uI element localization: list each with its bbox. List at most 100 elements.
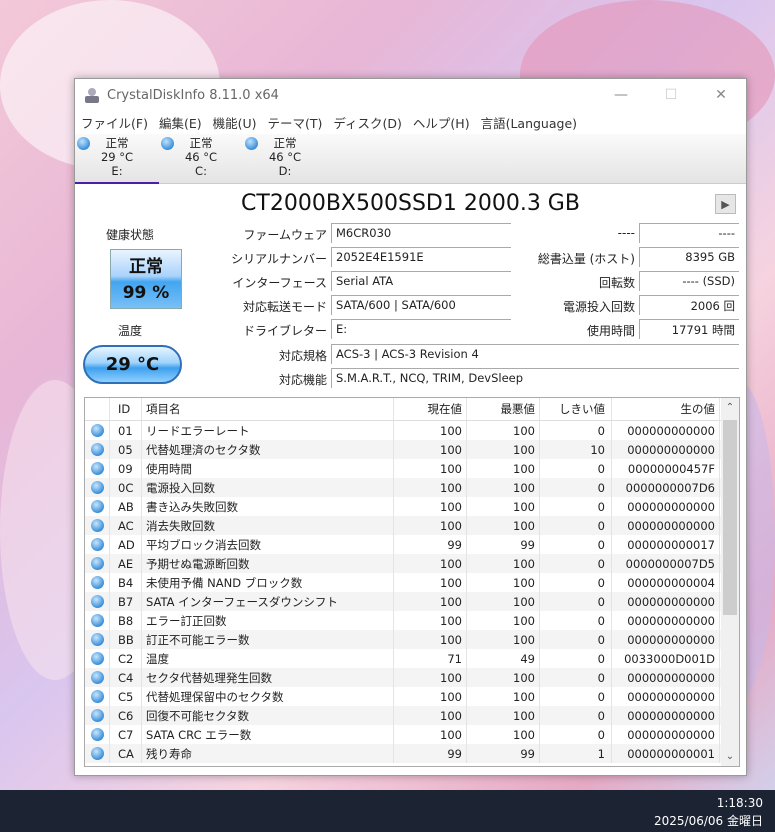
smart-table: ID 項目名 現在値 最悪値 しきい値 生の値 01 リードエラーレート 100 10… bbox=[84, 397, 740, 767]
table-row[interactable]: B7 SATA インターフェースダウンシフト 100 100 0 000000000000 bbox=[85, 592, 739, 611]
attr-current: 100 bbox=[394, 668, 467, 687]
table-row[interactable]: 05 代替処理済のセクタ数 100 100 10 000000000000 bbox=[85, 440, 739, 459]
table-row[interactable]: 0C 電源投入回数 100 100 0 0000000007D6 bbox=[85, 478, 739, 497]
attr-current: 100 bbox=[394, 706, 467, 725]
drive-tab-d[interactable]: 正常 46 °C D: bbox=[243, 134, 327, 184]
table-row[interactable]: AE 予期せぬ電源断回数 100 100 0 0000000007D5 bbox=[85, 554, 739, 573]
attr-name: 電源投入回数 bbox=[142, 478, 394, 497]
menu-help[interactable]: ヘルプ(H) bbox=[413, 113, 470, 132]
attr-raw: 000000000017 bbox=[612, 535, 720, 554]
attr-raw: 000000000001 bbox=[612, 744, 720, 763]
attr-id: B8 bbox=[110, 611, 142, 630]
attr-threshold: 0 bbox=[540, 611, 612, 630]
attr-worst: 100 bbox=[467, 440, 540, 459]
attr-id: AC bbox=[110, 516, 142, 535]
table-row[interactable]: C7 SATA CRC エラー数 100 100 0 000000000000 bbox=[85, 725, 739, 744]
maximize-button[interactable]: ☐ bbox=[646, 79, 696, 111]
firmware-label: ファームウェア bbox=[243, 228, 327, 242]
clock-time: 1:18:30 bbox=[716, 796, 763, 810]
scrollbar-thumb[interactable] bbox=[723, 420, 737, 615]
col-current[interactable]: 現在値 bbox=[394, 398, 467, 420]
temperature-label: 温度 bbox=[117, 324, 142, 338]
table-row[interactable]: AD 平均ブロック消去回数 99 99 0 000000000017 bbox=[85, 535, 739, 554]
attr-current: 100 bbox=[394, 630, 467, 649]
table-row[interactable]: B4 未使用予備 NAND ブロック数 100 100 0 000000000004 bbox=[85, 573, 739, 592]
status-good-icon bbox=[161, 137, 174, 150]
attr-current: 100 bbox=[394, 573, 467, 592]
table-row[interactable]: 09 使用時間 100 100 0 00000000457F bbox=[85, 459, 739, 478]
attr-worst: 100 bbox=[467, 554, 540, 573]
attr-name: エラー訂正回数 bbox=[142, 611, 394, 630]
menu-file[interactable]: ファイル(F) bbox=[81, 113, 148, 132]
attr-id: C4 bbox=[110, 668, 142, 687]
power-count-label: 電源投入回数 bbox=[562, 300, 635, 314]
serial-label: シリアルナンバー bbox=[231, 252, 327, 266]
attr-raw: 000000000000 bbox=[612, 592, 720, 611]
drive-model-title: CT2000BX500SSD1 2000.3 GB bbox=[241, 191, 580, 216]
attr-name: 書き込み失敗回数 bbox=[142, 497, 394, 516]
menu-disk[interactable]: ディスク(D) bbox=[333, 113, 402, 132]
features-label: 対応機能 bbox=[278, 373, 327, 387]
attr-worst: 100 bbox=[467, 706, 540, 725]
attr-current: 99 bbox=[394, 535, 467, 554]
attr-id: 09 bbox=[110, 459, 142, 478]
attr-threshold: 0 bbox=[540, 668, 612, 687]
drive-letter: D: bbox=[278, 164, 292, 178]
menu-language[interactable]: 言語(Language) bbox=[481, 113, 577, 132]
menu-function[interactable]: 機能(U) bbox=[213, 113, 257, 132]
table-row[interactable]: BB 訂正不可能エラー数 100 100 0 000000000000 bbox=[85, 630, 739, 649]
table-row[interactable]: B8 エラー訂正回数 100 100 0 000000000000 bbox=[85, 611, 739, 630]
attr-current: 100 bbox=[394, 687, 467, 706]
drive-temp: 29 °C bbox=[100, 150, 134, 164]
attr-worst: 99 bbox=[467, 744, 540, 763]
scroll-down-icon[interactable]: ⌄ bbox=[721, 751, 739, 762]
drive-letter-label: ドライブレター bbox=[242, 324, 327, 338]
table-row[interactable]: C6 回復不可能セクタ数 100 100 0 000000000000 bbox=[85, 706, 739, 725]
scroll-up-icon[interactable]: ⌃ bbox=[721, 402, 739, 413]
col-worst[interactable]: 最悪値 bbox=[467, 398, 540, 420]
attr-current: 100 bbox=[394, 516, 467, 535]
attr-id: C7 bbox=[110, 725, 142, 744]
attr-threshold: 0 bbox=[540, 516, 612, 535]
attr-id: B4 bbox=[110, 573, 142, 592]
status-good-icon bbox=[77, 137, 90, 150]
blank-label: ---- bbox=[617, 226, 635, 240]
minimize-button[interactable]: — bbox=[596, 79, 646, 111]
col-raw[interactable]: 生の値 bbox=[612, 398, 720, 420]
attr-raw: 0000000007D5 bbox=[612, 554, 720, 573]
table-row[interactable]: AC 消去失敗回数 100 100 0 000000000000 bbox=[85, 516, 739, 535]
close-button[interactable]: ✕ bbox=[696, 79, 746, 111]
col-threshold[interactable]: しきい値 bbox=[540, 398, 612, 420]
clock[interactable]: 1:18:30 2025/06/06 金曜日 bbox=[654, 794, 763, 830]
table-body: 01 リードエラーレート 100 100 0 000000000000 05 代替処理済のセク… bbox=[85, 421, 739, 763]
table-row[interactable]: C2 温度 71 49 0 0033000D001D bbox=[85, 649, 739, 668]
drive-tab-e[interactable]: 正常 29 °C E: bbox=[75, 134, 159, 184]
table-row[interactable]: 01 リードエラーレート 100 100 0 000000000000 bbox=[85, 421, 739, 440]
table-row[interactable]: CA 残り寿命 99 99 1 000000000001 bbox=[85, 744, 739, 763]
attr-name: SATA インターフェースダウンシフト bbox=[142, 592, 394, 611]
attr-worst: 100 bbox=[467, 687, 540, 706]
col-name[interactable]: 項目名 bbox=[142, 398, 394, 420]
table-row[interactable]: C5 代替処理保留中のセクタ数 100 100 0 000000000000 bbox=[85, 687, 739, 706]
attr-threshold: 0 bbox=[540, 706, 612, 725]
attr-id: C5 bbox=[110, 687, 142, 706]
attr-name: 回復不可能セクタ数 bbox=[142, 706, 394, 725]
scrollbar[interactable]: ⌃ ⌄ bbox=[721, 398, 739, 766]
attr-raw: 000000000000 bbox=[612, 516, 720, 535]
next-drive-button[interactable]: ▶ bbox=[715, 194, 736, 214]
drive-letter: E: bbox=[111, 164, 123, 178]
rotation-label: 回転数 bbox=[598, 276, 635, 290]
attr-id: B7 bbox=[110, 592, 142, 611]
col-id[interactable]: ID bbox=[110, 398, 142, 420]
power-hours-value: 17791 時間 bbox=[639, 319, 739, 339]
drive-tab-c[interactable]: 正常 46 °C C: bbox=[159, 134, 243, 184]
drive-temp: 46 °C bbox=[184, 150, 218, 164]
attr-threshold: 0 bbox=[540, 478, 612, 497]
menu-theme[interactable]: テーマ(T) bbox=[268, 113, 323, 132]
table-row[interactable]: AB 書き込み失敗回数 100 100 0 000000000000 bbox=[85, 497, 739, 516]
attr-threshold: 0 bbox=[540, 573, 612, 592]
attr-id: 0C bbox=[110, 478, 142, 497]
table-row[interactable]: C4 セクタ代替処理発生回数 100 100 0 000000000000 bbox=[85, 668, 739, 687]
drive-letter: C: bbox=[195, 164, 207, 178]
menu-edit[interactable]: 編集(E) bbox=[159, 113, 202, 132]
